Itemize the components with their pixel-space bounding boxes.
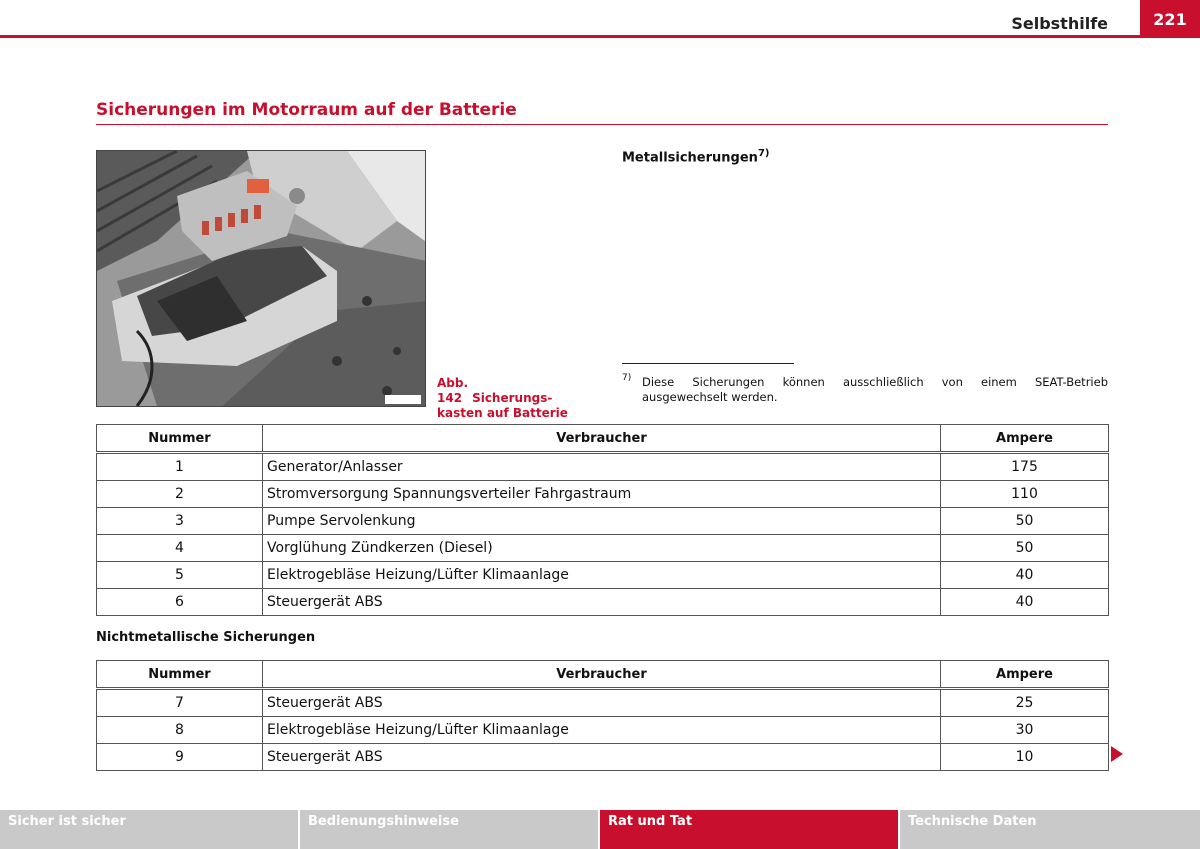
table-row: 1 Generator/Anlasser 175 <box>96 452 1109 481</box>
cell-number: 9 <box>96 743 263 771</box>
fuse-box-photo <box>96 150 426 407</box>
cell-ampere: 175 <box>940 452 1109 481</box>
col-header-number: Nummer <box>96 660 263 689</box>
metal-fuses-label: Metallsicherungen <box>622 150 758 166</box>
cell-ampere: 110 <box>940 480 1109 508</box>
cell-number: 8 <box>96 716 263 744</box>
cell-number: 3 <box>96 507 263 535</box>
cell-consumer: Steuergerät ABS <box>262 743 941 771</box>
table-row: 3 Pumpe Servolenkung 50 <box>96 507 1109 535</box>
footnote-ref: 7) <box>757 148 770 159</box>
col-header-consumer: Verbraucher <box>262 660 941 689</box>
table-header-row: Nummer Verbraucher Ampere <box>96 424 1109 453</box>
footer-nav: Sicher ist sicher Bedienungshinweise Rat… <box>0 810 1200 849</box>
section-title-rule <box>96 124 1108 125</box>
cell-consumer: Pumpe Servolenkung <box>262 507 941 535</box>
footnote: 7) Diese Sicherungen können ausschließli… <box>622 373 1108 405</box>
col-header-consumer: Verbraucher <box>262 424 941 453</box>
cell-consumer: Generator/Anlasser <box>262 452 941 481</box>
nonmetal-fuse-table: Nummer Verbraucher Ampere 7 Steuergerät … <box>96 660 1109 771</box>
cell-consumer: Steuergerät ABS <box>262 588 941 616</box>
nonmetal-fuses-title: Nichtmetallische Sicherungen <box>96 630 316 645</box>
cell-consumer: Vorglühung Zündkerzen (Diesel) <box>262 534 941 562</box>
footnote-text: Diese Sicherungen können ausschließlich … <box>642 375 1108 404</box>
figure-number: Abb. 142 <box>437 376 469 405</box>
table-row: 4 Vorglühung Zündkerzen (Diesel) 50 <box>96 534 1109 562</box>
triangle-right-icon[interactable] <box>1111 746 1123 762</box>
cell-ampere: 25 <box>940 688 1109 717</box>
header-rule <box>0 35 1140 38</box>
cell-consumer: Elektrogebläse Heizung/Lüfter Klimaanlag… <box>262 561 941 589</box>
cell-ampere: 40 <box>940 588 1109 616</box>
metal-fuse-table: Nummer Verbraucher Ampere 1 Generator/An… <box>96 424 1109 616</box>
cell-consumer: Stromversorgung Spannungsverteiler Fahrg… <box>262 480 941 508</box>
cell-ampere: 30 <box>940 716 1109 744</box>
running-header-title: Selbsthilfe <box>1011 14 1108 33</box>
col-header-ampere: Ampere <box>940 424 1109 453</box>
cell-ampere: 10 <box>940 743 1109 771</box>
table-row: 9 Steuergerät ABS 10 <box>96 743 1109 771</box>
cell-ampere: 50 <box>940 507 1109 535</box>
cell-number: 2 <box>96 480 263 508</box>
page-number: 221 <box>1140 0 1200 38</box>
table-header-row: Nummer Verbraucher Ampere <box>96 660 1109 689</box>
figure-caption: Abb. 142 Sicherungs- kasten auf Batterie <box>437 376 587 421</box>
col-header-number: Nummer <box>96 424 263 453</box>
cell-consumer: Elektrogebläse Heizung/Lüfter Klimaanlag… <box>262 716 941 744</box>
cell-number: 6 <box>96 588 263 616</box>
table-row: 7 Steuergerät ABS 25 <box>96 688 1109 717</box>
metal-fuses-title: Metallsicherungen7) <box>622 148 769 165</box>
cell-number: 7 <box>96 688 263 717</box>
table-row: 6 Steuergerät ABS 40 <box>96 588 1109 616</box>
footnote-rule <box>622 363 794 364</box>
col-header-ampere: Ampere <box>940 660 1109 689</box>
section-title: Sicherungen im Motorraum auf der Batteri… <box>96 100 517 120</box>
footer-tab-sicher-ist-sicher[interactable]: Sicher ist sicher <box>0 810 298 849</box>
table-row: 8 Elektrogebläse Heizung/Lüfter Klimaanl… <box>96 716 1109 744</box>
footnote-mark: 7) <box>622 373 632 383</box>
cell-ampere: 40 <box>940 561 1109 589</box>
table-row: 5 Elektrogebläse Heizung/Lüfter Klimaanl… <box>96 561 1109 589</box>
footer-tab-bedienungshinweise[interactable]: Bedienungshinweise <box>300 810 598 849</box>
table-row: 2 Stromversorgung Spannungsverteiler Fah… <box>96 480 1109 508</box>
cell-number: 5 <box>96 561 263 589</box>
footer-tab-technische-daten[interactable]: Technische Daten <box>900 810 1200 849</box>
cell-number: 4 <box>96 534 263 562</box>
cell-ampere: 50 <box>940 534 1109 562</box>
footer-tab-rat-und-tat[interactable]: Rat und Tat <box>600 810 898 849</box>
cell-consumer: Steuergerät ABS <box>262 688 941 717</box>
cell-number: 1 <box>96 452 263 481</box>
